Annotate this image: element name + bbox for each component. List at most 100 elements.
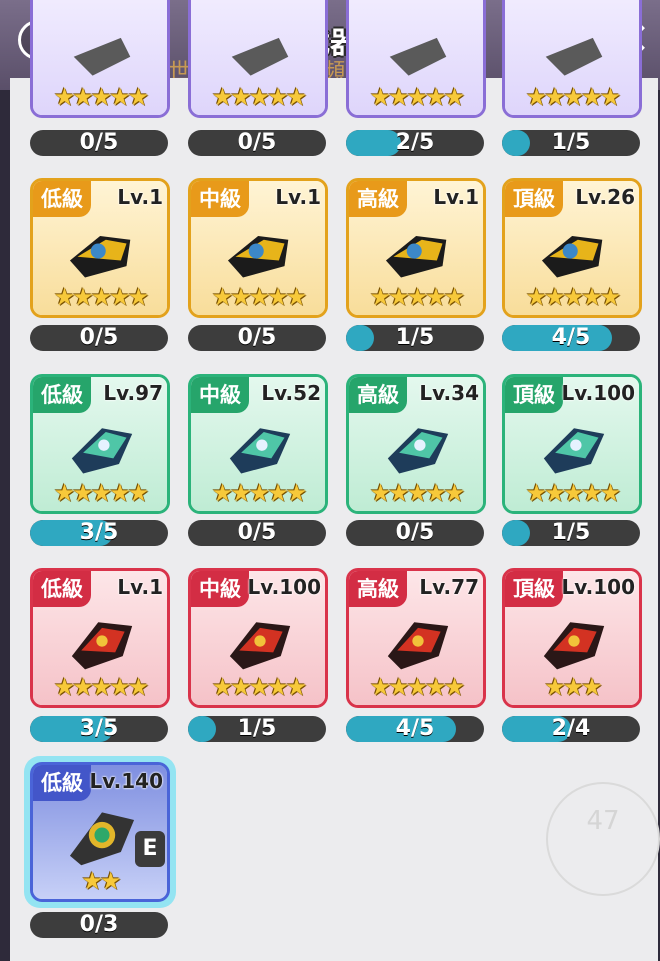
upgrade-progress-bar: 1/5 xyxy=(188,716,326,742)
weapon-level: Lv.1 xyxy=(275,185,321,209)
weapon-level: Lv.100 xyxy=(561,575,636,599)
progress-count: 0/5 xyxy=(237,130,277,155)
weapon-gauntlet-icon xyxy=(541,235,603,278)
weapon-gauntlet-icon xyxy=(73,37,131,76)
weapon-level: Lv.1 xyxy=(117,185,163,209)
weapon-gauntlet-icon xyxy=(69,812,135,866)
weapon-card[interactable]: 頂級 Lv.100 ★★★★★ xyxy=(502,374,642,514)
progress-count: 1/5 xyxy=(551,520,591,545)
upgrade-progress-bar: 2/5 xyxy=(346,130,484,156)
weapon-card[interactable]: ★★★★★ xyxy=(188,0,328,118)
weapon-card[interactable]: 高級 Lv.1 ★★★★★ xyxy=(346,178,486,318)
upgrade-progress-bar: 0/3 xyxy=(30,912,168,938)
star-rating: ★★★★★ xyxy=(53,479,150,507)
star-rating: ★★★★★ xyxy=(525,83,622,111)
weapon-level: Lv.34 xyxy=(419,381,479,405)
upgrade-progress-bar: 1/5 xyxy=(502,520,640,546)
weapon-gauntlet-icon xyxy=(387,622,449,670)
weapon-grade-badge: 低級 xyxy=(33,571,91,607)
progress-count: 0/3 xyxy=(79,912,119,937)
weapon-gauntlet-icon xyxy=(385,235,447,278)
star-rating: ★★★ xyxy=(544,673,603,701)
upgrade-progress-bar: 0/5 xyxy=(188,325,326,351)
weapon-grade-badge: 頂級 xyxy=(505,571,563,607)
star-rating: ★★★★★ xyxy=(211,479,308,507)
progress-count: 2/5 xyxy=(395,130,435,155)
weapon-gauntlet-icon xyxy=(71,428,133,474)
weapon-card[interactable]: ★★★★★ xyxy=(346,0,486,118)
weapon-grade-badge: 頂級 xyxy=(505,377,563,413)
weapon-level: Lv.140 xyxy=(89,769,164,793)
upgrade-progress-bar: 0/5 xyxy=(188,520,326,546)
progress-count: 0/5 xyxy=(79,130,119,155)
weapon-level: Lv.77 xyxy=(419,575,479,599)
weapon-level: Lv.97 xyxy=(103,381,163,405)
upgrade-progress-bar: 4/5 xyxy=(346,716,484,742)
weapon-grade-badge: 低級 xyxy=(33,765,91,801)
progress-count: 0/5 xyxy=(395,520,435,545)
weapon-card[interactable]: 高級 Lv.34 ★★★★★ xyxy=(346,374,486,514)
weapon-card[interactable]: 頂級 Lv.26 ★★★★★ xyxy=(502,178,642,318)
weapon-grade-badge: 中級 xyxy=(191,571,249,607)
weapon-grade-badge: 中級 xyxy=(191,181,249,217)
progress-count: 0/5 xyxy=(79,325,119,350)
weapon-gauntlet-icon xyxy=(543,428,605,474)
star-rating: ★★★★★ xyxy=(53,283,150,311)
weapon-level: Lv.52 xyxy=(261,381,321,405)
weapon-gauntlet-icon xyxy=(229,428,291,474)
weapon-grade-badge: 頂級 xyxy=(505,181,563,217)
star-rating: ★★★★★ xyxy=(53,673,150,701)
progress-count: 4/5 xyxy=(551,325,591,350)
weapon-gauntlet-icon xyxy=(71,622,133,670)
progress-count: 0/5 xyxy=(237,325,277,350)
upgrade-progress-bar: 0/5 xyxy=(188,130,326,156)
upgrade-progress-bar: 2/4 xyxy=(502,716,640,742)
weapon-card[interactable]: 中級 Lv.1 ★★★★★ xyxy=(188,178,328,318)
star-rating: ★★★★★ xyxy=(369,479,466,507)
weapon-level: Lv.100 xyxy=(561,381,636,405)
star-rating: ★★★★★ xyxy=(369,283,466,311)
weapon-card[interactable]: 中級 Lv.100 ★★★★★ xyxy=(188,568,328,708)
weapon-gauntlet-icon xyxy=(543,622,605,670)
upgrade-progress-bar: 3/5 xyxy=(30,520,168,546)
progress-count: 4/5 xyxy=(395,716,435,741)
weapon-gauntlet-icon xyxy=(389,37,447,76)
upgrade-progress-bar: 0/5 xyxy=(346,520,484,546)
weapon-level: Lv.1 xyxy=(117,575,163,599)
weapon-grade-badge: 高級 xyxy=(349,571,407,607)
weapon-card[interactable]: 中級 Lv.52 ★★★★★ xyxy=(188,374,328,514)
weapon-gauntlet-icon xyxy=(545,37,603,76)
weapon-card[interactable]: 低級 Lv.97 ★★★★★ xyxy=(30,374,170,514)
weapon-grade-badge: 高級 xyxy=(349,181,407,217)
upgrade-progress-bar: 1/5 xyxy=(346,325,484,351)
upgrade-progress-bar: 0/5 xyxy=(30,130,168,156)
progress-count: 3/5 xyxy=(79,520,119,545)
star-rating: ★★★★★ xyxy=(525,479,622,507)
weapon-card[interactable]: 頂級 Lv.100 ★★★ xyxy=(502,568,642,708)
equipped-badge: E xyxy=(135,831,165,867)
weapon-gauntlet-icon xyxy=(231,37,289,76)
weapon-card[interactable]: 低級 Lv.1 ★★★★★ xyxy=(30,178,170,318)
weapon-grade-badge: 中級 xyxy=(191,377,249,413)
weapon-grade-badge: 低級 xyxy=(33,181,91,217)
weapon-gauntlet-icon xyxy=(69,235,131,278)
upgrade-progress-bar: 0/5 xyxy=(30,325,168,351)
upgrade-progress-bar: 1/5 xyxy=(502,130,640,156)
weapon-gauntlet-icon xyxy=(229,622,291,670)
progress-count: 3/5 xyxy=(79,716,119,741)
star-rating: ★★★★★ xyxy=(211,83,308,111)
progress-count: 1/5 xyxy=(237,716,277,741)
weapon-card[interactable]: ★★★★★ xyxy=(502,0,642,118)
weapon-level: Lv.26 xyxy=(575,185,635,209)
weapon-grade-badge: 高級 xyxy=(349,377,407,413)
progress-count: 1/5 xyxy=(551,130,591,155)
upgrade-progress-bar: 4/5 xyxy=(502,325,640,351)
progress-count: 1/5 xyxy=(395,325,435,350)
progress-count: 2/4 xyxy=(551,716,591,741)
star-rating: ★★★★★ xyxy=(211,673,308,701)
weapon-card[interactable]: 低級 Lv.140 E ★★ xyxy=(30,762,170,902)
weapon-card[interactable]: 低級 Lv.1 ★★★★★ xyxy=(30,568,170,708)
weapon-card[interactable]: 高級 Lv.77 ★★★★★ xyxy=(346,568,486,708)
weapon-card[interactable]: ★★★★★ xyxy=(30,0,170,118)
weapon-level: Lv.1 xyxy=(433,185,479,209)
